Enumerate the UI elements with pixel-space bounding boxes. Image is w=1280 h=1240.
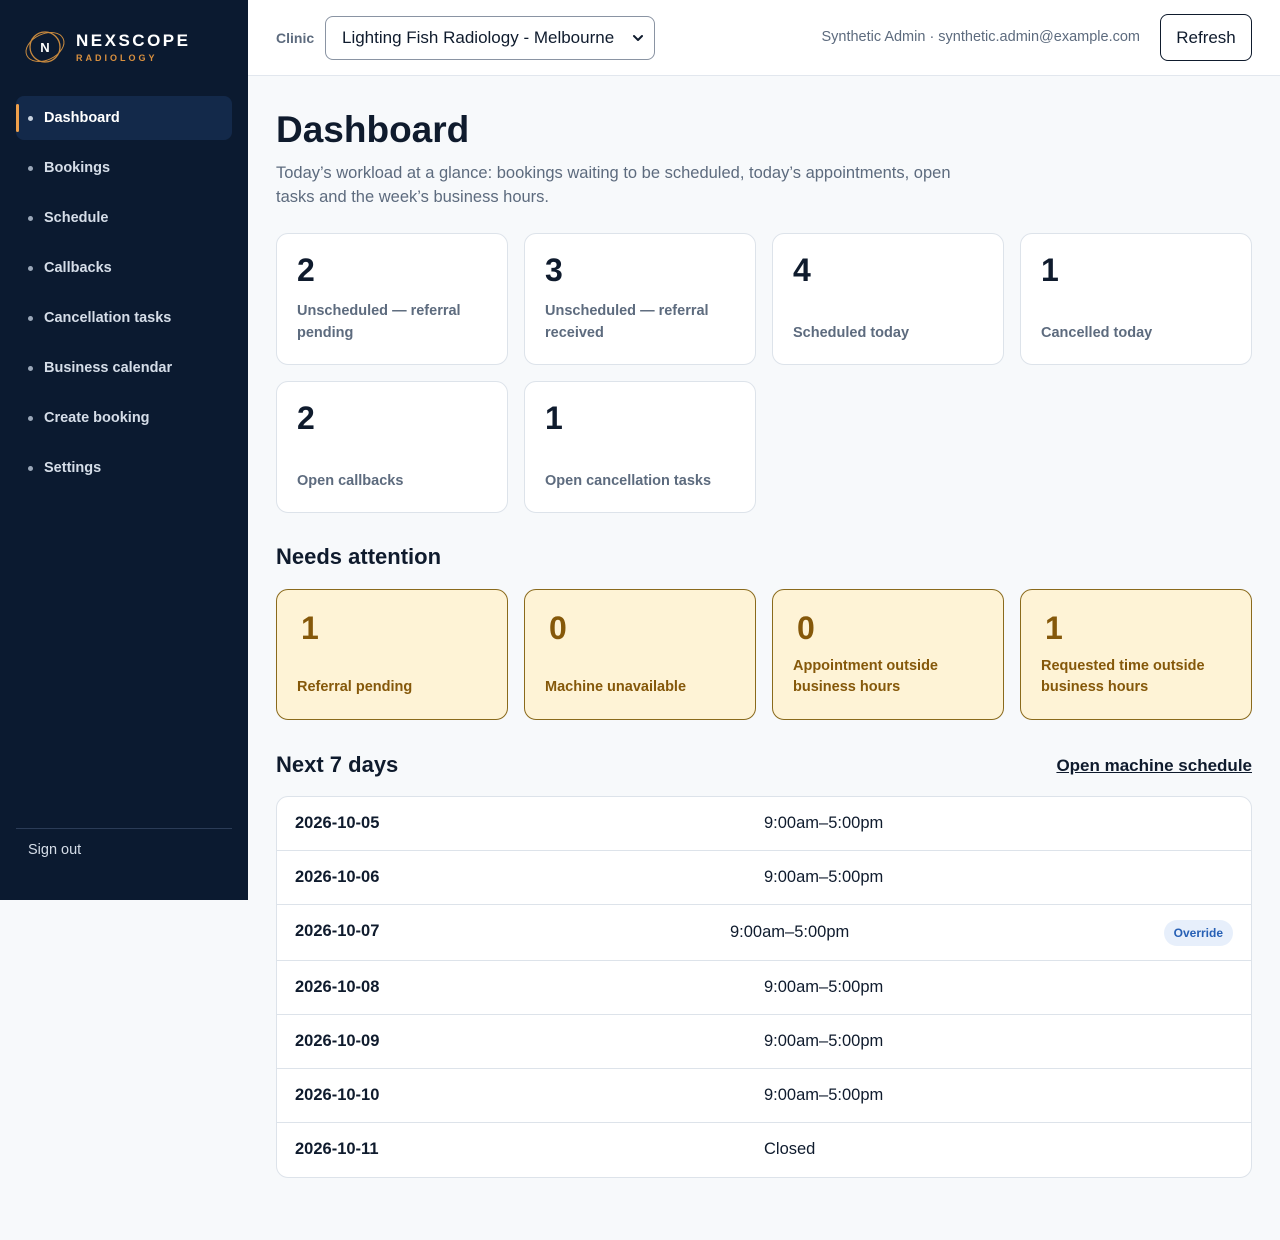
table-row: 2026-10-10 9:00am–5:00pm [277, 1069, 1251, 1123]
bullet-icon [28, 415, 33, 421]
sidebar-item-label: Settings [44, 460, 102, 476]
stat-label: Open cancellation tasks [545, 473, 712, 489]
sidebar-item-schedule[interactable]: Schedule [16, 196, 232, 240]
stat-label: Open callbacks [297, 473, 404, 489]
stat-label: Scheduled today [793, 325, 910, 341]
attention-card-machine-unavailable: 0 Machine unavailable [524, 589, 756, 720]
day-hours: 9:00am–5:00pm [764, 868, 884, 886]
attention-card-referral-pending: 1 Referral pending [276, 589, 508, 720]
sidebar-item-label: Bookings [44, 160, 111, 176]
page-description: Today’s workload at a glance: bookings w… [276, 164, 951, 206]
table-row: 2026-10-09 9:00am–5:00pm [277, 1015, 1251, 1069]
bullet-icon [28, 165, 33, 171]
bullet-icon [28, 215, 33, 221]
attention-label: Appointment outside business hours [793, 658, 938, 695]
chevron-down-icon [633, 35, 643, 41]
sidebar-item-dashboard[interactable]: Dashboard [16, 96, 232, 140]
day-hours: 9:00am–5:00pm [764, 1086, 884, 1104]
attention-label: Machine unavailable [545, 679, 687, 695]
day-date: 2026-10-06 [295, 868, 380, 886]
stat-value: 4 [793, 252, 811, 288]
stat-value: 1 [545, 400, 563, 436]
sidebar-item-label: Cancellation tasks [44, 310, 172, 326]
business-hours-table: 2026-10-05 9:00am–5:00pm 2026-10-06 9:00… [276, 796, 1252, 1178]
page-title: Dashboard [276, 109, 470, 150]
day-date: 2026-10-10 [295, 1086, 380, 1104]
table-row: 2026-10-11 Closed [277, 1123, 1251, 1177]
bullet-icon [28, 265, 33, 271]
bullet-icon [28, 365, 33, 371]
refresh-button[interactable]: Refresh [1160, 14, 1252, 61]
clinic-label: Clinic [276, 30, 315, 46]
sidebar-item-callbacks[interactable]: Callbacks [16, 246, 232, 290]
day-date: 2026-10-09 [295, 1032, 380, 1050]
day-hours: 9:00am–5:00pm [764, 814, 884, 832]
stat-card-unscheduled-referral-pending: 2 Unscheduled — referral pending [276, 233, 508, 365]
table-row: 2026-10-07 9:00am–5:00pm Override [277, 905, 1251, 961]
day-hours: Closed [764, 1140, 816, 1158]
day-date: 2026-10-07 [295, 922, 380, 940]
open-machine-schedule-link[interactable]: Open machine schedule [1056, 756, 1252, 776]
day-date: 2026-10-08 [295, 978, 380, 996]
stat-card-open-cancellation-tasks: 1 Open cancellation tasks [524, 381, 756, 513]
sidebar-item-bookings[interactable]: Bookings [16, 146, 232, 190]
bullet-icon [28, 315, 33, 321]
sidebar-nav: Dashboard Bookings Schedule Callbacks Ca… [16, 96, 232, 496]
stat-card-open-callbacks: 2 Open callbacks [276, 381, 508, 513]
stat-value: 1 [1041, 252, 1059, 288]
attention-card-appointment-outside-hours: 0 Appointment outside business hours [772, 589, 1004, 720]
stat-card-unscheduled-referral-received: 3 Unscheduled — referral received [524, 233, 756, 365]
sidebar-item-create-booking[interactable]: Create booking [16, 396, 232, 440]
attention-value: 1 [1045, 610, 1063, 646]
attention-label: Requested time outside business hours [1041, 658, 1205, 695]
override-badge: Override [1163, 920, 1233, 946]
stat-value: 3 [545, 252, 563, 288]
sidebar-item-settings[interactable]: Settings [16, 446, 232, 490]
bullet-icon [28, 465, 33, 471]
next-7-days-title: Next 7 days [276, 752, 399, 777]
stat-label: Unscheduled — referral pending [297, 303, 461, 341]
day-hours: 9:00am–5:00pm [764, 978, 884, 996]
day-date: 2026-10-05 [295, 814, 380, 832]
logo-mark-icon: N [24, 27, 66, 67]
sign-out-link[interactable]: Sign out [28, 842, 81, 858]
user-info: Synthetic Admin · synthetic.admin@exampl… [821, 29, 1140, 45]
sidebar-item-label: Business calendar [44, 360, 173, 376]
attention-value: 0 [549, 610, 567, 646]
needs-attention-title: Needs attention [276, 544, 442, 569]
table-row: 2026-10-08 9:00am–5:00pm [277, 961, 1251, 1015]
brand-name: NEXSCOPE [76, 30, 191, 50]
sidebar-item-label: Schedule [44, 210, 109, 226]
top-bar: Clinic Lighting Fish Radiology - Melbour… [248, 0, 1280, 76]
brand-subtitle: RADIOLOGY [76, 52, 158, 63]
sidebar: N NEXSCOPE RADIOLOGY Dashboard Bookings … [0, 0, 248, 900]
day-date: 2026-10-11 [295, 1140, 379, 1158]
attention-label: Referral pending [297, 679, 413, 695]
sidebar-item-label: Callbacks [44, 260, 112, 276]
stat-label: Unscheduled — referral received [545, 303, 709, 341]
stat-value: 2 [297, 400, 315, 436]
clinic-select-value: Lighting Fish Radiology - Melbourne [342, 28, 615, 47]
attention-value: 1 [301, 610, 319, 646]
sidebar-item-label: Create booking [44, 410, 150, 426]
stat-label: Cancelled today [1041, 325, 1153, 341]
stat-card-cancelled-today: 1 Cancelled today [1020, 233, 1252, 365]
table-row: 2026-10-06 9:00am–5:00pm [277, 851, 1251, 905]
attention-value: 0 [797, 610, 815, 646]
brand-logo[interactable]: N NEXSCOPE RADIOLOGY [24, 27, 190, 67]
bullet-icon [28, 115, 33, 121]
stat-card-scheduled-today: 4 Scheduled today [772, 233, 1004, 365]
sidebar-item-label: Dashboard [44, 110, 120, 126]
clinic-select[interactable]: Lighting Fish Radiology - Melbourne [325, 16, 655, 60]
stat-value: 2 [297, 252, 315, 288]
day-hours: 9:00am–5:00pm [764, 1032, 884, 1050]
sidebar-divider [16, 828, 232, 829]
day-hours: 9:00am–5:00pm [730, 923, 850, 941]
sidebar-item-cancellation-tasks[interactable]: Cancellation tasks [16, 296, 232, 340]
attention-card-requested-time-outside-hours: 1 Requested time outside business hours [1020, 589, 1252, 720]
logo-letter: N [40, 39, 50, 55]
sidebar-item-business-calendar[interactable]: Business calendar [16, 346, 232, 390]
table-row: 2026-10-05 9:00am–5:00pm [277, 797, 1251, 851]
